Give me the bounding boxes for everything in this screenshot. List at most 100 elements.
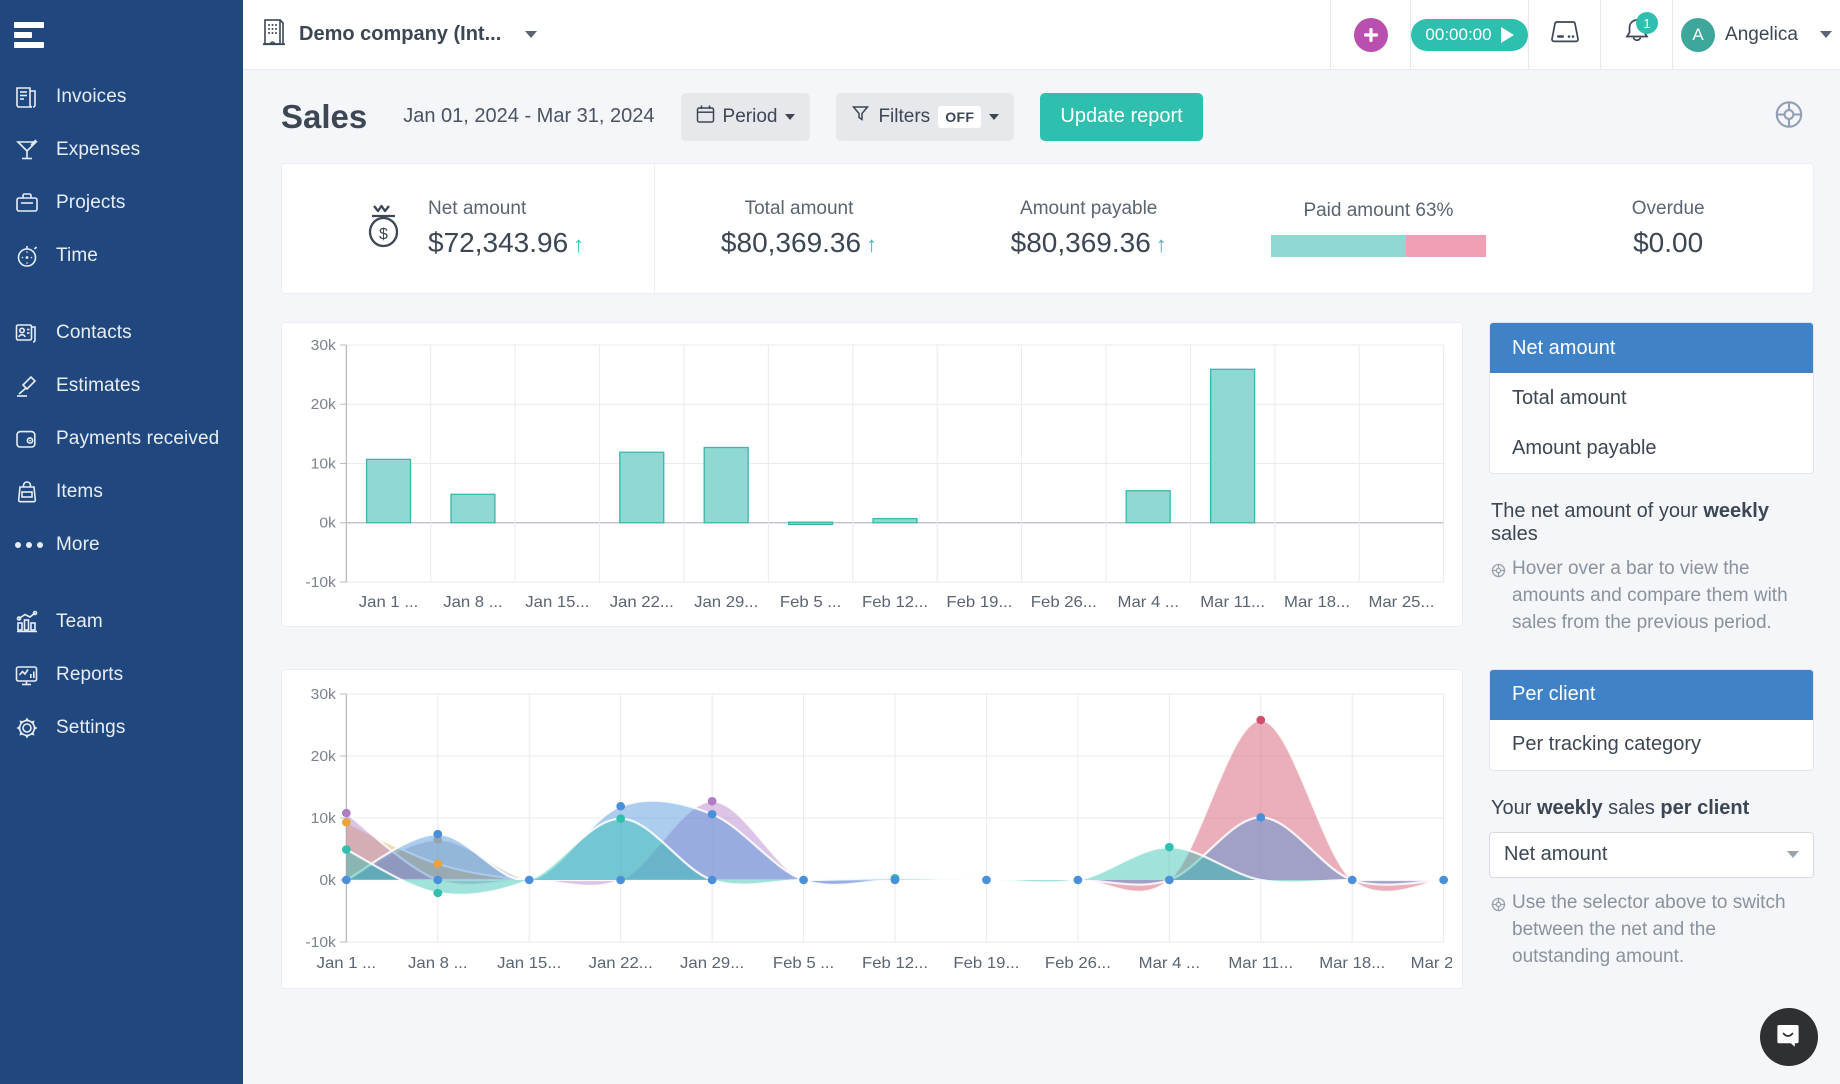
sidebar-item-contacts[interactable]: Contacts bbox=[0, 306, 243, 359]
data-point-client-purple[interactable] bbox=[707, 796, 717, 806]
panel-one-heading: The net amount of your weekly sales bbox=[1491, 500, 1814, 546]
start-timer-button[interactable]: 00:00:00 bbox=[1411, 18, 1528, 51]
chevron-down-icon bbox=[525, 31, 538, 38]
top-bar: Demo company (Int... 00:00:00 1 A Angeli… bbox=[243, 0, 1840, 70]
baseline-data-point[interactable] bbox=[890, 875, 900, 885]
user-menu[interactable]: A Angelica bbox=[1672, 0, 1840, 69]
heading-mid: sales bbox=[1602, 796, 1661, 819]
lifebuoy-icon[interactable] bbox=[1772, 97, 1806, 136]
bar[interactable] bbox=[1209, 368, 1256, 524]
data-point-client-teal[interactable] bbox=[341, 845, 351, 854]
bar[interactable] bbox=[787, 521, 834, 526]
stat-label: Paid amount 63% bbox=[1303, 200, 1454, 221]
metric-option-net-amount[interactable]: Net amount bbox=[1490, 323, 1813, 373]
app-logo[interactable] bbox=[0, 0, 243, 70]
drive-cell[interactable] bbox=[1528, 0, 1600, 69]
heading-pre: The net amount of your bbox=[1491, 500, 1704, 522]
sidebar-item-more[interactable]: More bbox=[0, 518, 243, 571]
sidebar-item-estimates[interactable]: Estimates bbox=[0, 359, 243, 412]
baseline-data-point[interactable] bbox=[1347, 875, 1357, 885]
sidebar-item-label: Expenses bbox=[56, 138, 141, 160]
metric-option-list: Net amount Total amount Amount payable bbox=[1489, 322, 1814, 474]
data-point-client-teal[interactable] bbox=[1164, 842, 1174, 852]
data-point-client-blue[interactable] bbox=[433, 829, 443, 839]
sidebar-item-time[interactable]: Time bbox=[0, 229, 243, 282]
stat-label: Overdue bbox=[1631, 198, 1705, 219]
drive-icon bbox=[1548, 17, 1582, 52]
invoice-icon bbox=[14, 84, 56, 110]
baseline-data-point[interactable] bbox=[616, 875, 626, 885]
stat-value: $0.00 bbox=[1633, 227, 1704, 258]
bar[interactable] bbox=[1125, 490, 1171, 524]
y-tick-label: -10k bbox=[305, 934, 336, 951]
update-report-button[interactable]: Update report bbox=[1040, 92, 1203, 141]
data-point-client-teal[interactable] bbox=[616, 814, 626, 823]
baseline-data-point[interactable] bbox=[1164, 875, 1174, 885]
heading-bold-1: weekly bbox=[1536, 796, 1603, 819]
heading-bold: weekly bbox=[1703, 500, 1769, 522]
chat-bubble-icon bbox=[1775, 1021, 1803, 1054]
sidebar-item-team[interactable]: Team bbox=[0, 595, 243, 648]
x-tick-label: Jan 29... bbox=[680, 954, 744, 972]
sidebar-item-expenses[interactable]: Expenses bbox=[0, 123, 243, 176]
bar[interactable] bbox=[872, 517, 918, 524]
baseline-data-point[interactable] bbox=[707, 875, 717, 885]
metric-select[interactable]: Net amount bbox=[1489, 831, 1814, 878]
filters-button[interactable]: Filters OFF bbox=[836, 92, 1015, 141]
data-point-client-orange[interactable] bbox=[341, 818, 351, 827]
bar-chart-card: 30k 20k 10k 0k -10k Jan 1 ... Jan 8 ... Jan 15.… bbox=[281, 322, 1463, 627]
company-switcher[interactable]: Demo company (Int... bbox=[243, 0, 1330, 69]
baseline-data-point[interactable] bbox=[982, 875, 991, 885]
wallet-icon bbox=[14, 426, 56, 452]
data-point-client-blue[interactable] bbox=[1256, 813, 1266, 822]
plus-icon[interactable] bbox=[1353, 17, 1388, 52]
funnel-icon bbox=[851, 104, 870, 129]
baseline-data-point[interactable] bbox=[1439, 875, 1449, 885]
sidebar-item-settings[interactable]: Settings bbox=[0, 701, 243, 754]
sidebar-item-reports[interactable]: Reports bbox=[0, 648, 243, 701]
chat-launcher[interactable] bbox=[1760, 1008, 1818, 1066]
x-tick-label: Jan 8 ... bbox=[408, 954, 467, 972]
sidebar-item-projects[interactable]: Projects bbox=[0, 176, 243, 229]
chevron-down-icon bbox=[989, 113, 1000, 120]
baseline-data-point[interactable] bbox=[433, 875, 443, 885]
x-tick-label: Jan 15... bbox=[497, 954, 561, 972]
y-tick-label: 20k bbox=[311, 748, 337, 765]
data-point-client-teal[interactable] bbox=[433, 888, 443, 898]
grouping-option-per-tracking-category[interactable]: Per tracking category bbox=[1490, 720, 1813, 770]
bar[interactable] bbox=[450, 493, 496, 524]
bar[interactable] bbox=[365, 458, 412, 524]
data-point-client-blue[interactable] bbox=[616, 801, 626, 811]
metric-option-total-amount[interactable]: Total amount bbox=[1490, 373, 1813, 423]
x-tick-label: Mar 25... bbox=[1411, 954, 1452, 972]
baseline-data-point[interactable] bbox=[799, 875, 808, 885]
sidebar-item-invoices[interactable]: Invoices bbox=[0, 70, 243, 123]
sidebar-item-items[interactable]: Items bbox=[0, 465, 243, 518]
weekly-sales-per-client-area-chart[interactable]: 30k 20k 10k 0k -10k Jan 1 ... Jan 8 ... Jan 15.… bbox=[292, 684, 1476, 984]
chevron-down-icon bbox=[785, 113, 796, 120]
data-point-client-orange[interactable] bbox=[433, 859, 443, 868]
bar[interactable] bbox=[703, 446, 749, 524]
x-tick-label: Mar 11... bbox=[1228, 954, 1293, 972]
data-point-client-blue[interactable] bbox=[707, 809, 717, 819]
period-button[interactable]: Period bbox=[680, 92, 811, 141]
sidebar-item-label: Contacts bbox=[56, 321, 132, 343]
baseline-data-point[interactable] bbox=[341, 875, 351, 885]
shopping-bag-icon bbox=[14, 479, 56, 505]
baseline-data-point[interactable] bbox=[1073, 875, 1083, 885]
bar[interactable] bbox=[619, 451, 665, 524]
baseline-data-point[interactable] bbox=[524, 875, 534, 885]
data-point-client-purple[interactable] bbox=[341, 808, 351, 818]
nav-group-divider bbox=[0, 282, 243, 306]
briefcase-icon bbox=[14, 190, 56, 216]
paid-amount-progress bbox=[1270, 235, 1486, 257]
data-point-client-crimson[interactable] bbox=[1256, 715, 1266, 725]
stat-overdue: Overdue $0.00 bbox=[1523, 164, 1813, 293]
metric-option-amount-payable[interactable]: Amount payable bbox=[1490, 423, 1813, 473]
notifications-cell[interactable]: 1 bbox=[1600, 0, 1672, 69]
sidebar-item-payments-received[interactable]: Payments received bbox=[0, 412, 243, 465]
x-tick-label: Feb 12... bbox=[862, 593, 928, 611]
stat-paid-amount: Paid amount 63% bbox=[1234, 164, 1524, 293]
weekly-net-amount-bar-chart[interactable]: 30k 20k 10k 0k -10k Jan 1 ... Jan 8 ... Jan 15.… bbox=[292, 337, 1452, 622]
grouping-option-per-client[interactable]: Per client bbox=[1490, 669, 1813, 720]
